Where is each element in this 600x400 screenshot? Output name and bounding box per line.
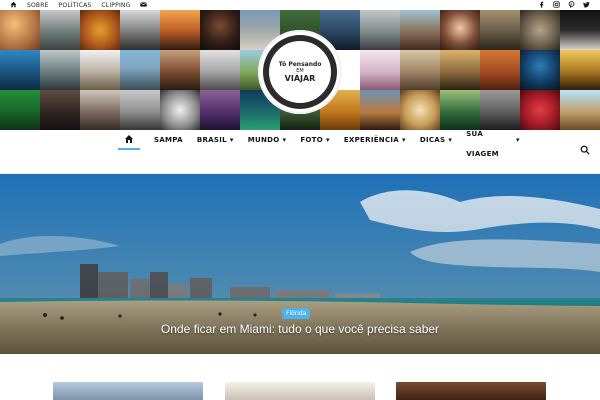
pinterest-icon[interactable] <box>568 0 575 10</box>
photo-tile <box>0 50 40 90</box>
nav-label: VIAGEM <box>466 150 499 158</box>
photo-tile <box>120 10 160 50</box>
photo-tile <box>400 50 440 90</box>
photo-tile <box>480 90 520 130</box>
nav-item-sua-viagem[interactable]: SUA VIAGEM <box>466 130 499 158</box>
photo-tile <box>0 10 40 50</box>
twitter-icon[interactable] <box>583 1 590 10</box>
home-icon <box>125 135 133 143</box>
photo-tile <box>200 50 240 90</box>
top-link-clipping[interactable]: CLIPPING <box>101 2 130 9</box>
photo-tile <box>440 90 480 130</box>
photo-tile <box>400 90 440 130</box>
nav-home[interactable] <box>118 130 140 150</box>
photo-tile <box>560 50 600 90</box>
social-icons <box>538 0 590 10</box>
logo-inner: Tô Pensando EM VIAJAR <box>267 39 333 105</box>
search-icon[interactable] <box>580 145 590 155</box>
photo-tile <box>0 90 40 130</box>
photo-tile <box>360 50 400 90</box>
photo-tile <box>360 10 400 50</box>
photo-tile <box>200 10 240 50</box>
photo-tile <box>120 50 160 90</box>
nav-item-foto[interactable]: FOTO ▾ <box>300 130 330 150</box>
nav-item-experiencia[interactable]: EXPERIÊNCIA ▾ <box>344 130 406 150</box>
photo-tile <box>80 50 120 90</box>
logo-bottom-text: VIAJAR <box>284 74 316 83</box>
nav-item-brasil[interactable]: BRASIL ▾ <box>197 130 234 150</box>
photo-tile <box>80 10 120 50</box>
chevron-down-icon: ▾ <box>402 136 406 144</box>
photo-tile <box>440 10 480 50</box>
chevron-down-icon: ▾ <box>448 136 453 144</box>
post-card-1[interactable] <box>53 382 203 400</box>
photo-tile <box>80 90 120 130</box>
site-logo[interactable]: Tô Pensando EM VIAJAR <box>258 30 342 114</box>
mail-icon[interactable] <box>140 1 148 10</box>
nav-label: EXPERIÊNCIA <box>343 136 400 144</box>
instagram-icon[interactable] <box>553 0 560 10</box>
photo-tile <box>560 10 600 50</box>
photo-tile <box>160 10 200 50</box>
nav-label: SUA <box>466 130 484 138</box>
photo-tile <box>400 10 440 50</box>
photo-tile <box>160 50 200 90</box>
nav-item-sampa[interactable]: SAMPA <box>154 130 183 150</box>
top-link-sobre[interactable]: SOBRE <box>27 2 49 9</box>
photo-tile <box>480 10 520 50</box>
nav-label: DICAS <box>419 136 446 144</box>
photo-tile <box>520 50 560 90</box>
photo-tile <box>560 90 600 130</box>
top-bar: SOBRE POLÍTICAS CLIPPING <box>0 0 600 10</box>
nav-item-mundo[interactable]: MUNDO ▾ <box>248 130 287 150</box>
main-nav: SAMPA BRASIL ▾ MUNDO ▾ FOTO ▾ EXPERIÊNCI… <box>0 130 600 174</box>
photo-tile <box>40 50 80 90</box>
photo-tile <box>120 90 160 130</box>
hero-title[interactable]: Onde ficar em Miami: tudo o que você pre… <box>0 322 600 336</box>
photo-tile <box>360 90 400 130</box>
chevron-down-icon: ▾ <box>229 136 234 144</box>
photo-tile <box>40 10 80 50</box>
logo-ring: Tô Pensando EM VIAJAR <box>263 35 337 109</box>
home-icon[interactable] <box>10 1 17 10</box>
photo-tile <box>160 90 200 130</box>
top-link-politicas[interactable]: POLÍTICAS <box>59 2 92 9</box>
nav-item-sua-viagem-chevron[interactable]: ▾ <box>513 130 520 150</box>
facebook-icon[interactable] <box>538 1 545 10</box>
photo-tile <box>520 90 560 130</box>
photo-tile <box>520 10 560 50</box>
nav-item-dicas[interactable]: DICAS ▾ <box>420 130 452 150</box>
nav-label: MUNDO <box>247 136 280 144</box>
post-card-2[interactable] <box>225 382 375 400</box>
nav-label: BRASIL <box>196 136 227 144</box>
post-card-3[interactable] <box>396 382 546 400</box>
photo-tile <box>200 90 240 130</box>
hero-featured-post[interactable]: Flórida Onde ficar em Miami: tudo o que … <box>0 174 600 354</box>
chevron-down-icon: ▾ <box>326 136 330 144</box>
nav-items: SAMPA BRASIL ▾ MUNDO ▾ FOTO ▾ EXPERIÊNCI… <box>118 130 520 158</box>
photo-tile <box>480 50 520 90</box>
chevron-down-icon: ▾ <box>515 136 520 144</box>
nav-label: FOTO <box>300 136 324 144</box>
logo-top-text: Tô Pensando <box>278 61 322 68</box>
chevron-down-icon: ▾ <box>282 136 287 144</box>
category-badge[interactable]: Flórida <box>282 308 311 319</box>
top-links: SOBRE POLÍTICAS CLIPPING <box>0 1 148 10</box>
photo-tile <box>440 50 480 90</box>
nav-label: SAMPA <box>154 136 183 144</box>
photo-tile <box>40 90 80 130</box>
